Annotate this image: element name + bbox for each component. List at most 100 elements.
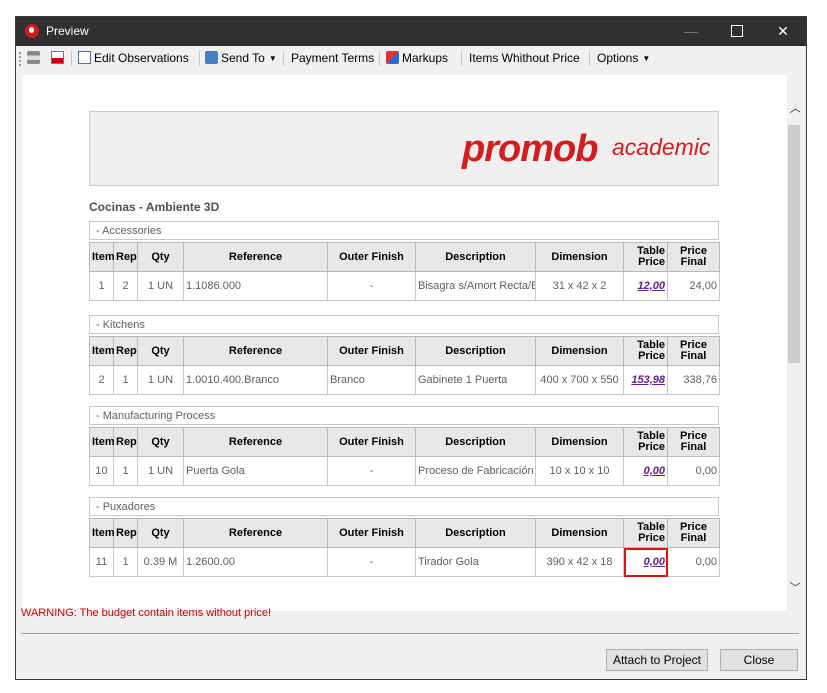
- item-group: - Accessories Item Rep Qty Reference Outer Fi…: [89, 221, 720, 301]
- group-header: - Puxadores: [89, 497, 719, 516]
- cell-outer-finish: -: [327, 456, 416, 486]
- cell-reference: 1.0010.400.Branco: [183, 365, 328, 395]
- column-header-item: Item: [89, 336, 115, 366]
- markups-button[interactable]: Markups: [386, 50, 448, 67]
- promob-app-icon: [25, 24, 39, 38]
- cell-reference: 1.2600.00: [183, 547, 328, 577]
- cell-table-price[interactable]: 0,00: [623, 456, 668, 486]
- column-header-qty: Qty: [137, 336, 184, 366]
- cell-rep: 2: [113, 271, 138, 301]
- column-header-table-price: Table Price: [623, 242, 668, 272]
- cell-price-final: 0,00: [667, 547, 720, 577]
- column-header-reference: Reference: [183, 427, 328, 457]
- cell-reference: Puerta Gola: [183, 456, 328, 486]
- cell-description: Gabinete 1 Puerta: [415, 365, 536, 395]
- items-table: Item Rep Qty Reference Outer Finish Descripti…: [89, 336, 720, 395]
- toolbar-separator: [71, 51, 72, 66]
- scrollbar-thumb[interactable]: [788, 125, 800, 363]
- column-header-item: Item: [89, 427, 115, 457]
- column-header-rep: Rep: [113, 427, 138, 457]
- cell-outer-finish: -: [327, 271, 416, 301]
- table-price-link[interactable]: 153,98: [631, 374, 665, 386]
- column-header-reference: Reference: [183, 518, 328, 548]
- scroll-up-icon[interactable]: ︿: [787, 99, 800, 115]
- column-header-outer-finish: Outer Finish: [327, 242, 416, 272]
- warning-message: WARNING: The budget contain items withou…: [21, 607, 272, 619]
- column-header-description: Description: [415, 518, 536, 548]
- close-button[interactable]: Close: [720, 649, 798, 671]
- column-header-description: Description: [415, 242, 536, 272]
- cell-rep: 1: [113, 365, 138, 395]
- attach-to-project-button[interactable]: Attach to Project: [606, 649, 708, 671]
- cell-item: 11: [89, 547, 114, 577]
- column-header-item: Item: [89, 242, 115, 272]
- cell-table-price[interactable]: 12,00: [623, 271, 668, 301]
- toolbar-separator: [589, 51, 590, 66]
- edit-observations-label: Edit Observations: [94, 51, 189, 65]
- cell-table-price[interactable]: 0,00: [623, 547, 668, 577]
- column-header-table-price: Table Price: [623, 336, 668, 366]
- table-header-row: Item Rep Qty Reference Outer Finish Descripti…: [89, 336, 720, 366]
- header-line: Final: [680, 350, 707, 362]
- close-window-button[interactable]: ✕: [760, 17, 806, 46]
- chevron-down-icon: ▼: [268, 54, 277, 63]
- toolbar-separator: [379, 51, 380, 66]
- column-header-dimension: Dimension: [535, 427, 624, 457]
- header-line: Final: [680, 256, 707, 268]
- send-to-button[interactable]: Send To ▼: [205, 50, 277, 67]
- scroll-down-icon[interactable]: ﹀: [787, 579, 800, 595]
- column-header-item: Item: [89, 518, 115, 548]
- cell-dimension: 31 x 42 x 2: [535, 271, 624, 301]
- column-header-rep: Rep: [113, 336, 138, 366]
- options-button[interactable]: Options ▼: [597, 50, 650, 67]
- group-header: - Manufacturing Process: [89, 406, 719, 425]
- edit-observations-button[interactable]: Edit Observations: [78, 50, 189, 67]
- cell-table-price[interactable]: 153,98: [623, 365, 668, 395]
- items-table: Item Rep Qty Reference Outer Finish Descripti…: [89, 518, 720, 577]
- column-header-qty: Qty: [137, 427, 184, 457]
- cell-item: 1: [89, 271, 114, 301]
- items-without-price-button[interactable]: Items Whithout Price: [469, 50, 580, 67]
- cell-price-final: 0,00: [667, 456, 720, 486]
- column-header-table-price: Table Price: [623, 518, 668, 548]
- cell-qty: 1 UN: [137, 271, 184, 301]
- header-line: Final: [680, 532, 707, 544]
- vertical-scrollbar[interactable]: ︿ ﹀: [787, 75, 800, 611]
- column-header-price-final: Price Final: [667, 242, 720, 272]
- item-group: - Manufacturing Process Item Rep Qty Referen…: [89, 406, 720, 486]
- minimize-button[interactable]: —: [668, 17, 714, 46]
- cell-dimension: 400 x 700 x 550: [535, 365, 624, 395]
- toolbar: Edit Observations Send To ▼ Payment Terms…: [16, 46, 806, 71]
- column-header-outer-finish: Outer Finish: [327, 427, 416, 457]
- table-price-link[interactable]: 0,00: [644, 465, 665, 477]
- table-price-link[interactable]: 0,00: [644, 556, 665, 568]
- print-button[interactable]: [27, 50, 43, 67]
- export-pdf-button[interactable]: [51, 50, 67, 67]
- column-header-price-final: Price Final: [667, 336, 720, 366]
- column-header-description: Description: [415, 427, 536, 457]
- cell-reference: 1.1086.000: [183, 271, 328, 301]
- table-row: 11 1 0.39 M 1.2600.00- Tirador Gola 390 x 42 …: [89, 547, 720, 577]
- column-header-rep: Rep: [113, 518, 138, 548]
- cell-item: 2: [89, 365, 114, 395]
- cell-rep: 1: [113, 547, 138, 577]
- send-icon: [205, 51, 218, 65]
- item-group: - Kitchens Item Rep Qty Reference Outer Finis…: [89, 315, 720, 395]
- maximize-button[interactable]: [714, 17, 760, 46]
- cell-description: Bisagra s/Amort Recta/Baja: [415, 271, 536, 301]
- column-header-outer-finish: Outer Finish: [327, 336, 416, 366]
- cell-qty: 1 UN: [137, 456, 184, 486]
- cell-description: Proceso de Fabricación: [415, 456, 536, 486]
- column-header-description: Description: [415, 336, 536, 366]
- environment-title: Cocinas - Ambiente 3D: [89, 200, 220, 214]
- table-price-link[interactable]: 12,00: [637, 280, 665, 292]
- table-row: 121 UN1.1086.000-Bisagra s/Amort Recta/B…: [89, 271, 720, 301]
- title-bar[interactable]: Preview — ✕: [16, 17, 806, 46]
- header-line: Price: [638, 350, 665, 362]
- toolbar-grip[interactable]: [19, 52, 23, 66]
- cell-qty: 1 UN: [137, 365, 184, 395]
- cell-dimension: 390 x 42 x 18: [535, 547, 624, 577]
- send-to-label: Send To: [221, 51, 265, 65]
- payment-terms-button[interactable]: Payment Terms: [291, 50, 374, 67]
- report-preview[interactable]: promob academic Cocinas - Ambiente 3D - …: [22, 75, 800, 611]
